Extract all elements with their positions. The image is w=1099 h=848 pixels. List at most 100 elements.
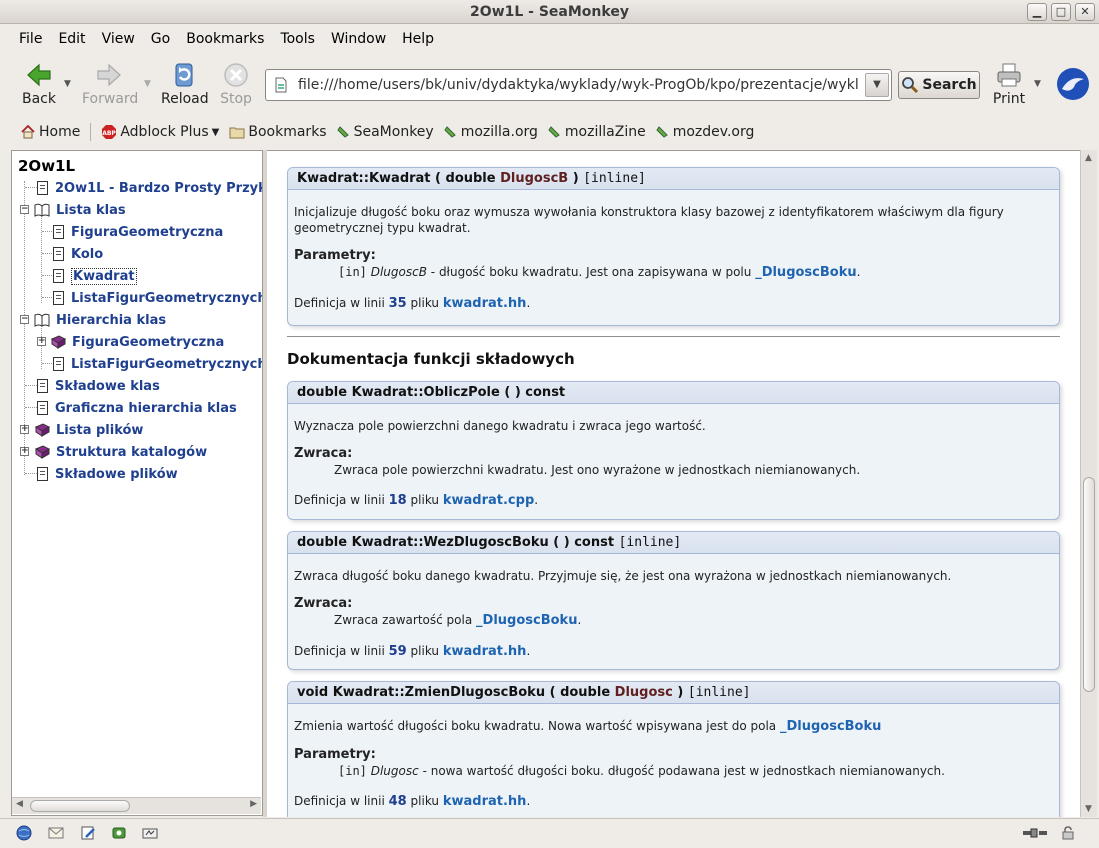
- tree-item-graphical-hierarchy[interactable]: Graficzna hierarchia klas: [37, 398, 237, 418]
- tree-item-directory-structure[interactable]: Struktura katalogów: [34, 442, 207, 462]
- tree-item-label: FiguraGeometryczna: [71, 224, 224, 240]
- search-label: Search: [922, 77, 977, 93]
- url-history-dropdown[interactable]: ▼: [865, 73, 889, 97]
- forward-arrow-icon: [97, 63, 121, 87]
- home-icon: [21, 124, 35, 139]
- prototype-text: double Kwadrat::ObliczPole ( ): [297, 385, 521, 400]
- reload-button[interactable]: Reload: [161, 61, 209, 107]
- close-window-button[interactable]: ✕: [1075, 3, 1095, 21]
- tree-item-file-members[interactable]: Składowe plików: [37, 464, 178, 484]
- dlugoscboku-link[interactable]: _DlugoscBoku: [780, 719, 881, 734]
- back-button[interactable]: Back: [18, 61, 60, 107]
- mail-icon[interactable]: [48, 825, 64, 841]
- tree-item-file-list[interactable]: Lista plików: [34, 420, 143, 440]
- document-icon: [53, 247, 64, 261]
- tree-item-class-hierarchy[interactable]: Hierarchia klas: [34, 310, 166, 330]
- tree-item-listafigurgeometrycznych[interactable]: ListaFigurGeometrycznych: [53, 288, 262, 308]
- url-input[interactable]: [298, 77, 858, 93]
- tree-item-hierarchy-listafigurgeometrycznych[interactable]: ListaFigurGeometrycznych: [53, 354, 262, 374]
- document-icon: [53, 269, 64, 283]
- inline-tag: [inline]: [618, 535, 682, 550]
- search-button[interactable]: Search: [898, 71, 980, 99]
- menubar: File Edit View Go Bookmarks Tools Window…: [0, 25, 1099, 52]
- seamonkey-link[interactable]: SeaMonkey: [336, 124, 434, 140]
- tree-item-hierarchy-figurageometryczna[interactable]: FiguraGeometryczna: [50, 332, 224, 352]
- toolbar-separator: [90, 123, 92, 141]
- line-number-link[interactable]: 18: [389, 493, 407, 508]
- prototype-close: ): [572, 171, 579, 186]
- member-description: Zmienia wartość długości boku kwadratu. …: [294, 718, 1053, 735]
- content-vertical-scrollbar[interactable]: ▲ ▼: [1080, 150, 1097, 817]
- menu-edit[interactable]: Edit: [50, 31, 93, 47]
- collapse-toggle[interactable]: −: [20, 205, 29, 214]
- menu-window[interactable]: Window: [323, 31, 394, 47]
- tree-item-label: 2Ow1L - Bardzo Prosty Przykład: [55, 180, 262, 196]
- minimize-button[interactable]: ▁: [1027, 3, 1047, 21]
- document-icon: [53, 357, 64, 371]
- param-description: - długość boku kwadratu. Jest ona zapisy…: [430, 265, 752, 279]
- tree-item-label: Składowe plików: [55, 466, 178, 482]
- home-link[interactable]: Home: [20, 124, 80, 140]
- prototype-close: ): [677, 685, 684, 700]
- scrollbar-thumb[interactable]: [1083, 477, 1095, 692]
- menu-help[interactable]: Help: [394, 31, 442, 47]
- menu-view[interactable]: View: [94, 31, 143, 47]
- member-prototype: double Kwadrat::ObliczPole ( ) const: [288, 382, 1059, 404]
- adblock-plus-menu[interactable]: ABP Adblock Plus ▼: [101, 124, 219, 140]
- forward-button[interactable]: Forward: [82, 61, 138, 107]
- composer-icon[interactable]: [80, 825, 96, 841]
- browser-globe-icon[interactable]: [16, 825, 32, 841]
- expand-toggle[interactable]: +: [37, 337, 46, 346]
- print-dropdown[interactable]: ▼: [1034, 79, 1041, 89]
- inline-tag: [inline]: [687, 685, 751, 700]
- tree-item-figurageometryczna[interactable]: FiguraGeometryczna: [53, 222, 223, 242]
- address-book-icon[interactable]: [142, 825, 158, 841]
- line-number-link[interactable]: 59: [389, 644, 407, 659]
- line-number-link[interactable]: 48: [389, 794, 407, 809]
- url-bar[interactable]: ▼: [265, 69, 892, 101]
- member-description: Zwraca długość boku danego kwadratu. Prz…: [294, 569, 952, 583]
- collapse-toggle[interactable]: −: [20, 315, 29, 324]
- dlugoscboku-link[interactable]: _DlugoscBoku: [755, 265, 856, 280]
- definition-line: Definicja w linii 59 pliku kwadrat.hh.: [294, 644, 531, 659]
- member-prototype: double Kwadrat::WezDlugoscBoku ( ) const…: [288, 532, 1059, 554]
- stop-icon: [224, 63, 248, 87]
- stop-button[interactable]: Stop: [218, 61, 254, 107]
- bookmarks-folder[interactable]: Bookmarks: [229, 124, 327, 140]
- menu-file[interactable]: File: [11, 31, 50, 47]
- param-direction: [in]: [338, 265, 367, 279]
- file-link[interactable]: kwadrat.hh: [443, 644, 527, 659]
- back-history-dropdown[interactable]: ▼: [64, 79, 71, 89]
- maximize-button[interactable]: □: [1051, 3, 1071, 21]
- adblock-icon: ABP: [102, 125, 117, 139]
- mozillazine-link[interactable]: mozillaZine: [548, 124, 646, 140]
- mozdev-link[interactable]: mozdev.org: [656, 124, 754, 140]
- chat-icon[interactable]: [111, 825, 127, 841]
- tree-item-kwadrat[interactable]: Kwadrat: [53, 266, 137, 286]
- forward-history-dropdown[interactable]: ▼: [144, 79, 151, 89]
- line-number-link[interactable]: 35: [389, 296, 407, 311]
- dlugoscboku-link[interactable]: _DlugoscBoku: [476, 613, 577, 628]
- scrollbar-thumb[interactable]: [30, 800, 130, 812]
- menu-go[interactable]: Go: [143, 31, 178, 47]
- expand-toggle[interactable]: +: [20, 425, 29, 434]
- menu-bookmarks[interactable]: Bookmarks: [178, 31, 272, 47]
- bookmark-icon: [444, 126, 456, 138]
- file-link[interactable]: kwadrat.hh: [443, 794, 527, 809]
- tree-item-label: FiguraGeometryczna: [72, 334, 225, 350]
- navigation-tree-panel: 2Ow1L 2Ow1L - Bardzo Prosty Przykład − L…: [11, 150, 263, 816]
- tree-item-class-members[interactable]: Składowe klas: [37, 376, 160, 396]
- print-button[interactable]: Print: [991, 61, 1027, 107]
- online-status-icon[interactable]: [1022, 825, 1048, 841]
- document-icon: [53, 291, 64, 305]
- tree-item-main-page[interactable]: 2Ow1L - Bardzo Prosty Przykład: [37, 178, 262, 198]
- tree-item-class-list[interactable]: Lista klas: [34, 200, 126, 220]
- file-link[interactable]: kwadrat.hh: [443, 296, 527, 311]
- menu-tools[interactable]: Tools: [272, 31, 323, 47]
- tree-item-kolo[interactable]: Kolo: [53, 244, 103, 264]
- mozilla-org-link[interactable]: mozilla.org: [444, 124, 538, 140]
- file-link[interactable]: kwadrat.cpp: [443, 493, 534, 508]
- seamonkey-throbber-icon[interactable]: [1056, 67, 1090, 101]
- expand-toggle[interactable]: +: [20, 447, 29, 456]
- sidebar-horizontal-scrollbar[interactable]: ◀ ▶: [12, 797, 261, 814]
